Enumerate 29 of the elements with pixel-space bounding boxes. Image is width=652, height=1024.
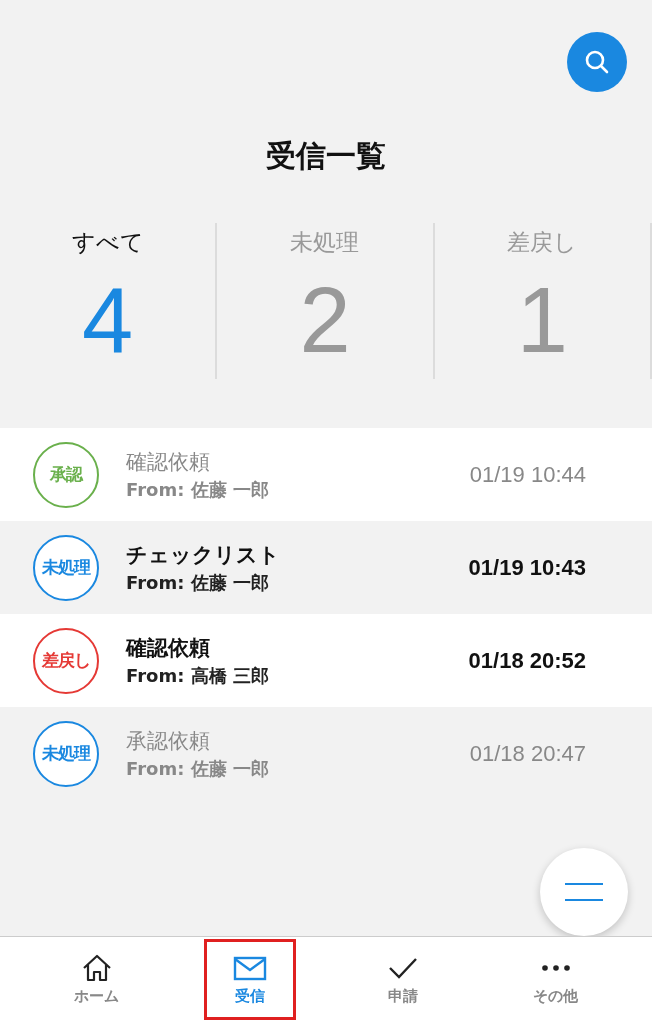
counter-tab[interactable]: 未処理 2 [217,223,435,379]
nav-tab[interactable]: 受信 [203,939,296,1020]
message-title: チェックリスト [126,541,281,569]
status-badge: 未処理 [33,720,99,787]
message-title: 確認依頼 [126,448,211,476]
nav-tab[interactable]: ホーム [50,939,143,1020]
message-sender: From: 佐藤 一郎 [126,756,270,781]
status-badge: 差戻し [33,627,99,694]
search-icon [584,49,610,75]
message-sender: From: 佐藤 一郎 [126,570,270,595]
more-icon [540,965,571,972]
status-badge: 未処理 [33,534,99,601]
nav-tab[interactable]: 申請 [356,939,449,1020]
search-button[interactable] [567,32,627,92]
message-sender: From: 佐藤 一郎 [126,477,270,502]
nav-tab[interactable]: その他 [509,939,602,1020]
counter-tab[interactable]: 差戻し 1 [434,223,652,379]
message-title: 承認依頼 [126,727,211,755]
status-badge: 承認 [33,441,99,508]
message-time: 01/18 20:52 [468,647,586,674]
counter-tab[interactable]: すべて 4 [0,223,218,379]
message-sender: From: 高橋 三郎 [126,663,270,688]
message-time: 01/18 20:47 [469,740,586,767]
message-row[interactable]: 差戻し 確認依頼 From: 高橋 三郎 01/18 20:52 [0,614,652,708]
message-row[interactable]: 承認 確認依頼 From: 佐藤 一郎 01/19 10:44 [0,428,652,522]
page-title: 受信一覧 [265,137,387,175]
message-title: 確認依頼 [126,634,211,662]
message-time: 01/19 10:44 [469,461,586,488]
message-time: 01/19 10:43 [468,554,586,581]
